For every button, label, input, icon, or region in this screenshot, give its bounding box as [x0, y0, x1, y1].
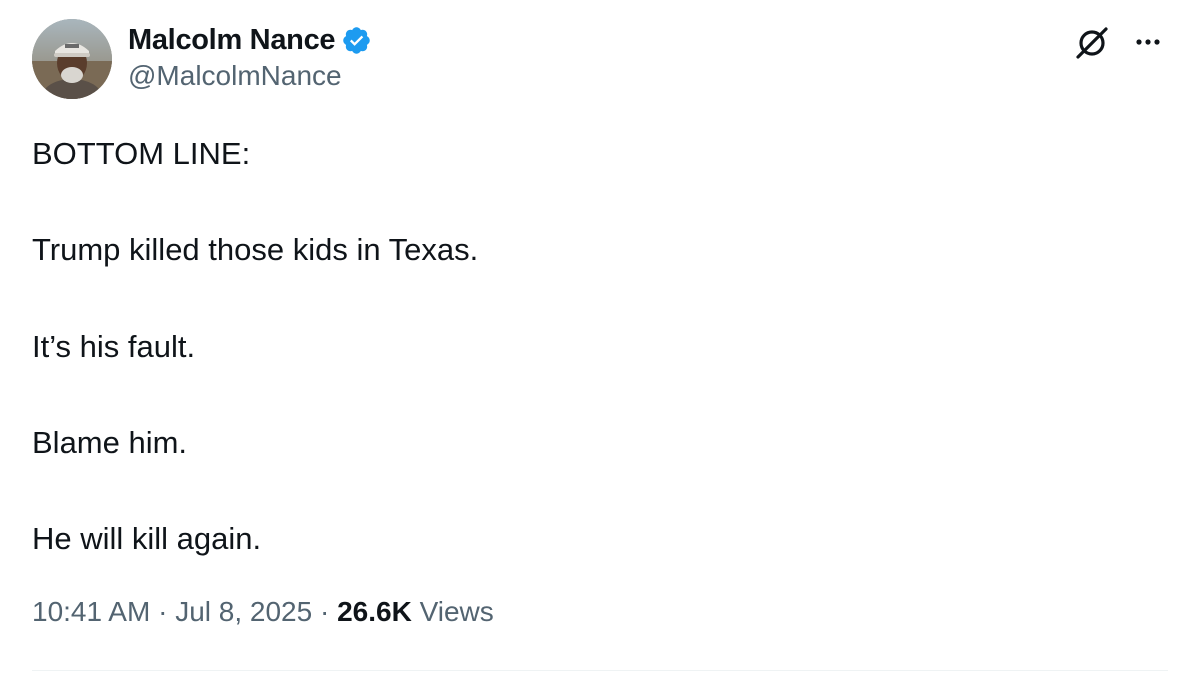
author-handle[interactable]: @MalcolmNance — [128, 60, 342, 92]
more-options-icon[interactable] — [1128, 22, 1168, 62]
verified-badge-icon[interactable] — [341, 25, 372, 56]
tweet-date[interactable]: Jul 8, 2025 — [175, 596, 312, 627]
grok-icon[interactable] — [1072, 22, 1112, 62]
meta-separator: · — [158, 596, 168, 627]
tweet-metadata: 10:41 AM · Jul 8, 2025 · 26.6K Views — [32, 596, 494, 628]
views-label[interactable]: Views — [420, 596, 494, 627]
tweet-line: Blame him. — [32, 425, 188, 460]
tweet-line: BOTTOM LINE: — [32, 136, 251, 171]
tweet-time[interactable]: 10:41 AM — [32, 596, 150, 627]
divider — [32, 670, 1168, 671]
author-name[interactable]: Malcolm Nance — [128, 24, 336, 57]
tweet-line: Trump killed those kids in Texas. — [32, 232, 479, 267]
views-count[interactable]: 26.6K — [337, 596, 412, 627]
author-name-row: Malcolm Nance — [128, 20, 372, 60]
tweet-card: Malcolm Nance @MalcolmNance BOTTOM LINE:… — [0, 0, 1200, 677]
tweet-line: He will kill again. — [32, 521, 262, 556]
tweet-line: It’s his fault. — [32, 329, 196, 364]
avatar-image — [32, 19, 112, 99]
avatar[interactable] — [32, 19, 112, 99]
meta-separator: · — [319, 596, 330, 627]
